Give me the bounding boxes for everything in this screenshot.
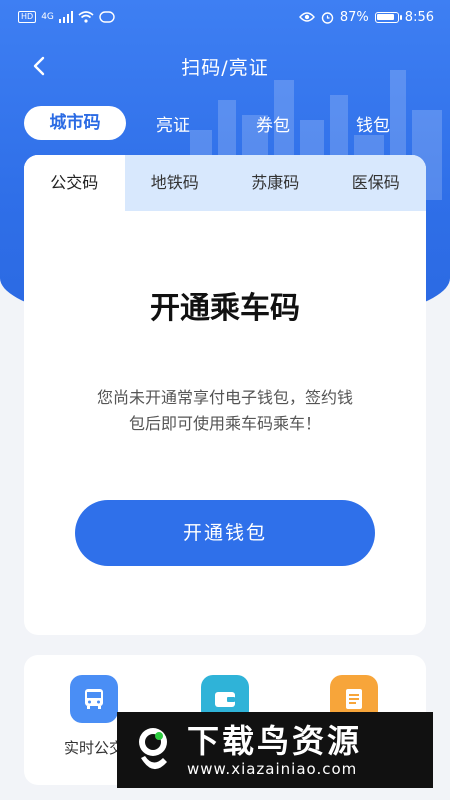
card-description: 您尚未开通常享付电子钱包，签约钱 包后即可使用乘车码乘车！ xyxy=(64,385,386,437)
status-bar: HD 4G 87% 8:56 xyxy=(0,0,450,34)
clock: 8:56 xyxy=(404,9,434,25)
card-desc-line2: 包后即可使用乘车码乘车！ xyxy=(128,414,321,433)
eye-icon xyxy=(298,12,315,22)
ride-code-card: 公交码 地铁码 苏康码 医保码 开通乘车码 您尚未开通常享付电子钱包，签约钱 包… xyxy=(24,155,426,635)
nfc-icon xyxy=(99,11,115,23)
watermark-url: www.xiazainiao.com xyxy=(187,760,358,778)
sub-tabs: 公交码 地铁码 苏康码 医保码 xyxy=(24,155,426,211)
watermark-banner: 下载鸟资源 www.xiazainiao.com xyxy=(117,712,433,788)
subtab-bus-code[interactable]: 公交码 xyxy=(24,155,125,211)
tab-wallet[interactable]: 钱包 xyxy=(356,111,390,136)
watermark-title: 下载鸟资源 xyxy=(187,722,363,760)
card-title: 开通乘车码 xyxy=(150,291,300,326)
page-title: 扫码/亮证 xyxy=(181,56,269,79)
card-desc-line1: 您尚未开通常享付电子钱包，签约钱 xyxy=(96,388,353,407)
signal-bars-icon xyxy=(58,11,73,23)
subtab-health-code[interactable]: 苏康码 xyxy=(225,155,326,211)
signal-icon: 4G xyxy=(41,12,54,22)
hd-icon: HD xyxy=(18,11,37,23)
battery-percent: 87% xyxy=(339,9,369,25)
battery-icon xyxy=(374,11,402,23)
tab-show-id[interactable]: 亮证 xyxy=(156,111,190,136)
alarm-icon xyxy=(321,11,334,24)
top-tabs: 城市码 亮证 券包 钱包 xyxy=(24,106,434,140)
subtab-metro-code[interactable]: 地铁码 xyxy=(125,155,226,211)
bus-icon xyxy=(70,675,118,723)
nav-bar: 扫码/亮证 xyxy=(0,44,450,88)
chevron-left-icon[interactable] xyxy=(28,54,52,78)
tab-city-code[interactable]: 城市码 xyxy=(24,106,126,140)
bird-logo-icon xyxy=(139,728,167,770)
tab-coupons[interactable]: 券包 xyxy=(256,111,290,136)
subtab-insurance-code[interactable]: 医保码 xyxy=(326,155,427,211)
open-wallet-button[interactable]: 开通钱包 xyxy=(75,500,375,566)
wifi-icon xyxy=(78,11,94,23)
